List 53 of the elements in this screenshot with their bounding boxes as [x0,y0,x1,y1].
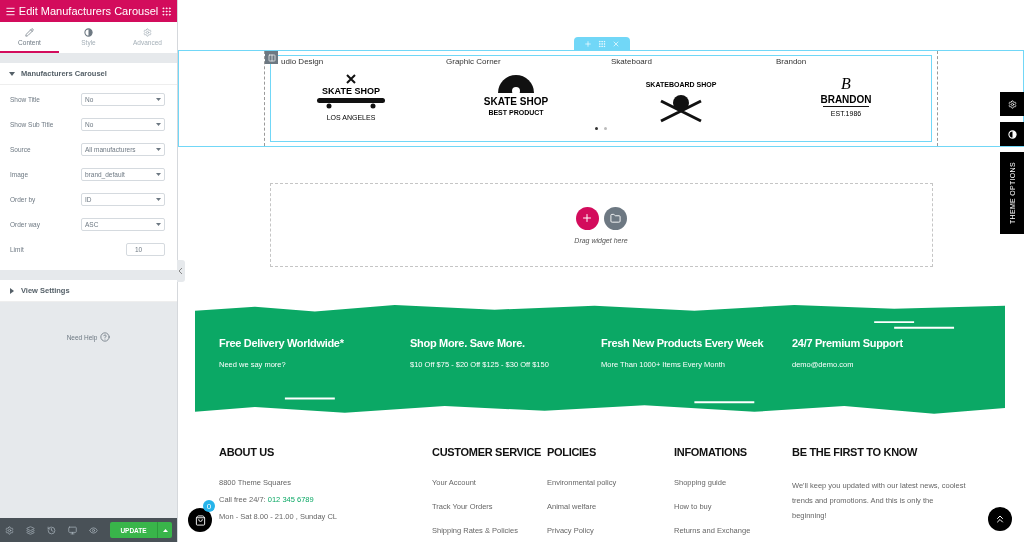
brand-name: Graphic Corner [445,56,502,68]
caret-icon [156,223,161,226]
footer-heading: INFOMATIONS [674,446,748,458]
gear-icon [143,27,152,37]
caret-icon [156,123,161,126]
help-icon[interactable] [100,332,111,342]
chevrons-up-icon [994,513,1006,525]
footer-heading: BE THE FIRST TO KNOW [792,446,919,458]
cart-count: 0 [203,500,215,512]
contrast-button[interactable] [1000,122,1024,146]
caret-icon [156,148,161,151]
contrast-icon [1007,129,1017,139]
caret-icon [9,287,15,294]
feature-title: Free Delivery Worldwide* [219,337,345,350]
columns-icon [267,53,276,62]
pencil-icon [25,27,34,37]
footer-heading: CUSTOMER SERVICE [432,446,543,458]
column-handle[interactable] [265,51,278,64]
caret-icon [156,98,161,101]
feature-title: 24/7 Premium Support [792,337,904,350]
caret-icon [162,528,168,532]
eye-icon[interactable] [89,525,98,535]
collapse-handle[interactable] [177,260,185,282]
settings-icon[interactable] [5,525,14,535]
carousel-dot[interactable] [604,127,607,130]
footer-heading: ABOUT US [219,446,276,458]
brand-name: udio Design [280,56,325,68]
folder-button[interactable] [603,206,627,230]
menu-icon[interactable] [5,5,16,17]
layers-icon[interactable] [26,525,35,535]
panel-title: Edit Manufacturers Carousel [18,5,159,17]
scroll-top-button[interactable] [988,507,1012,531]
cart-button[interactable] [188,508,212,532]
add-button[interactable] [575,206,599,230]
caret-icon [9,70,15,77]
apps-icon[interactable] [161,5,172,17]
bag-icon [194,514,206,526]
brand-name: Skateboard [610,56,653,68]
history-icon[interactable] [47,525,56,535]
folder-icon [609,212,621,224]
carousel-dot[interactable] [595,127,598,130]
settings-icon [1007,99,1017,109]
contrast-icon [84,27,93,37]
feature-title: Shop More. Save More. [410,337,526,350]
caret-icon [156,173,161,176]
caret-icon [156,198,161,201]
chevron-icon [179,268,183,274]
plus-icon [581,212,593,225]
settings-button[interactable] [1000,92,1024,116]
brand-name: Brandon [775,56,808,68]
feature-title: Fresh New Products Every Week [601,337,765,350]
monitor-icon[interactable] [68,525,77,535]
footer-heading: POLICIES [547,446,597,458]
